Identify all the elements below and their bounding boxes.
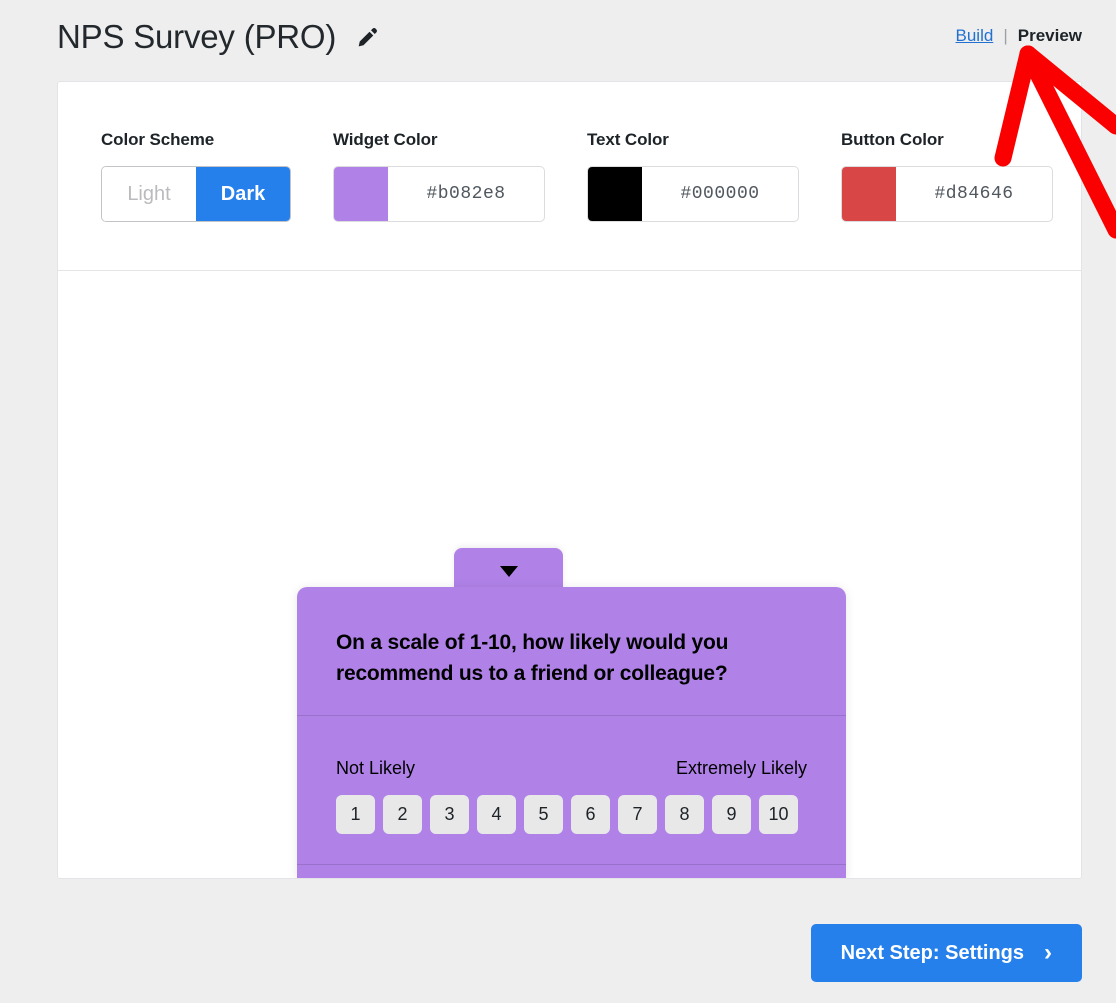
scale-button-7[interactable]: 7 xyxy=(618,795,657,834)
scale-button-1[interactable]: 1 xyxy=(336,795,375,834)
link-separator: | xyxy=(1003,26,1008,45)
survey-question: On a scale of 1-10, how likely would you… xyxy=(336,631,729,685)
scale-button-9[interactable]: 9 xyxy=(712,795,751,834)
color-scheme-label: Color Scheme xyxy=(101,130,215,149)
appearance-settings-row: Color Scheme Light Dark Widget Color #b0… xyxy=(58,82,1081,271)
next-step-settings-button[interactable]: Next Step: Settings › xyxy=(810,924,1082,982)
page-header: NPS Survey (PRO) Build | Preview xyxy=(0,0,1116,81)
chevron-right-icon: › xyxy=(1044,939,1052,966)
pencil-icon[interactable] xyxy=(354,23,379,51)
text-color-swatch[interactable] xyxy=(588,167,642,221)
color-scheme-option-dark[interactable]: Dark xyxy=(196,167,290,221)
build-link[interactable]: Build xyxy=(956,26,994,46)
text-color-label: Text Color xyxy=(587,130,669,149)
color-scheme-option-light[interactable]: Light xyxy=(102,167,196,221)
button-color-value[interactable]: #d84646 xyxy=(896,167,1052,221)
title-wrap: NPS Survey (PRO) xyxy=(57,17,379,57)
widget-preview-stage: On a scale of 1-10, how likely would you… xyxy=(58,271,1081,878)
app-root: NPS Survey (PRO) Build | Preview Color S… xyxy=(0,0,1116,1003)
text-color-field: Text Color #000000 xyxy=(587,130,799,222)
button-color-swatch[interactable] xyxy=(842,167,896,221)
header-links: Build | Preview xyxy=(956,26,1083,46)
scale-button-8[interactable]: 8 xyxy=(665,795,704,834)
scale-buttons: 1 2 3 4 5 6 7 8 9 10 xyxy=(336,795,807,834)
scale-button-2[interactable]: 2 xyxy=(383,795,422,834)
button-color-input-group[interactable]: #d84646 xyxy=(841,166,1053,222)
scale-button-4[interactable]: 4 xyxy=(477,795,516,834)
scale-button-5[interactable]: 5 xyxy=(524,795,563,834)
widget-color-swatch[interactable] xyxy=(334,167,388,221)
scale-low-label: Not Likely xyxy=(336,758,416,778)
builder-card: Color Scheme Light Dark Widget Color #b0… xyxy=(57,81,1082,879)
scale-button-3[interactable]: 3 xyxy=(430,795,469,834)
widget-color-field: Widget Color #b082e8 xyxy=(333,130,545,222)
scale-button-10[interactable]: 10 xyxy=(759,795,798,834)
page-title: NPS Survey (PRO) xyxy=(57,18,337,55)
widget-color-input-group[interactable]: #b082e8 xyxy=(333,166,545,222)
text-color-input-group[interactable]: #000000 xyxy=(587,166,799,222)
preview-link[interactable]: Preview xyxy=(1018,26,1082,46)
chevron-down-icon xyxy=(499,565,518,577)
widget-color-label: Widget Color xyxy=(333,130,438,149)
scale-button-6[interactable]: 6 xyxy=(571,795,610,834)
text-color-value[interactable]: #000000 xyxy=(642,167,798,221)
color-scheme-field: Color Scheme Light Dark xyxy=(101,130,291,222)
button-color-field: Button Color #d84646 xyxy=(841,130,1053,222)
scale-high-label: Extremely Likely xyxy=(675,758,807,778)
button-color-label: Button Color xyxy=(841,130,944,149)
widget-collapse-tab[interactable] xyxy=(454,548,563,592)
widget-color-value[interactable]: #b082e8 xyxy=(388,167,544,221)
next-step-label: Next Step: Settings xyxy=(840,941,1024,964)
survey-widget: On a scale of 1-10, how likely would you… xyxy=(297,587,846,878)
color-scheme-toggle[interactable]: Light Dark xyxy=(101,166,291,222)
scale-labels: Not Likely Extremely Likely xyxy=(336,758,807,779)
survey-scale-section: Not Likely Extremely Likely 1 2 3 4 5 6 … xyxy=(297,716,846,864)
widget-footer: Next › xyxy=(297,865,846,878)
